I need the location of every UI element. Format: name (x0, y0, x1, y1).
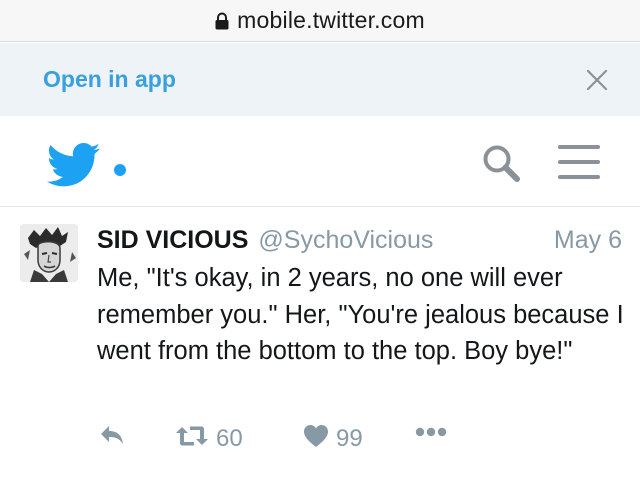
browser-url-bar[interactable]: mobile.twitter.com (0, 0, 640, 42)
url-text: mobile.twitter.com (237, 7, 425, 33)
notification-dot (114, 164, 126, 176)
tweet-header: SID VICIOUS @SychoVicious May 6 (97, 226, 622, 256)
search-icon[interactable] (480, 142, 522, 184)
like-count: 99 (336, 424, 363, 452)
more-options-button[interactable] (415, 424, 447, 442)
lock-icon (215, 12, 229, 30)
hamburger-menu-icon[interactable] (556, 142, 602, 182)
retweet-count: 60 (216, 424, 243, 452)
open-in-app-link[interactable]: Open in app (43, 66, 176, 93)
more-dots-icon (415, 424, 447, 442)
reply-icon (99, 424, 125, 451)
tweet-text: Me, "It's okay, in 2 years, no one will … (97, 264, 624, 365)
reply-button[interactable] (99, 424, 125, 451)
like-button[interactable]: 99 (303, 424, 363, 453)
avatar[interactable] (20, 224, 78, 282)
close-icon[interactable] (586, 69, 608, 91)
author-name[interactable]: SID VICIOUS (97, 226, 248, 255)
top-navigation (0, 116, 640, 207)
open-in-app-banner: Open in app (0, 43, 640, 116)
heart-icon (303, 424, 329, 453)
retweet-icon (175, 424, 209, 453)
author-handle[interactable]: @SychoVicious (258, 226, 433, 255)
twitter-bird-icon[interactable] (46, 143, 102, 187)
tweet-actions: 60 99 (97, 424, 517, 456)
tweet-date[interactable]: May 6 (554, 226, 622, 255)
tweet[interactable]: SID VICIOUS @SychoVicious May 6 Me, "It'… (0, 208, 640, 481)
retweet-button[interactable]: 60 (175, 424, 243, 453)
